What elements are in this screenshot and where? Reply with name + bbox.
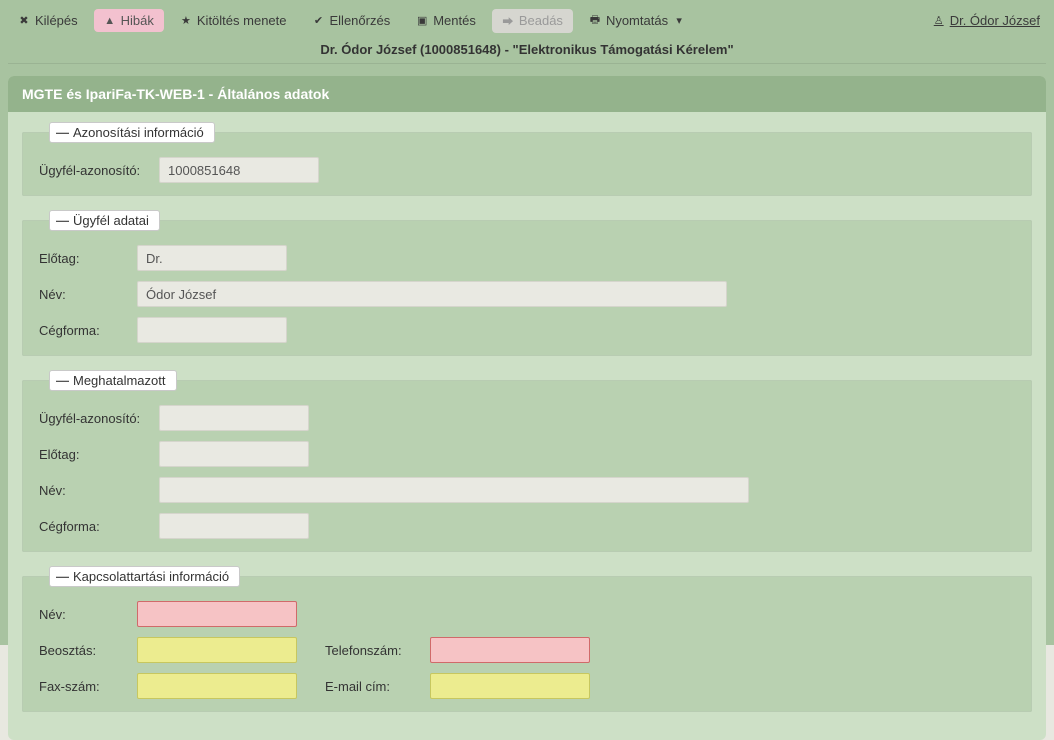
section-proxy-legend[interactable]: — Meghatalmazott — [49, 370, 177, 391]
submit-label: Beadás — [519, 13, 563, 28]
collapse-icon: — — [56, 125, 69, 140]
contact-phone-field[interactable] — [430, 637, 590, 663]
exit-button[interactable]: ✖ Kilépés — [8, 9, 88, 32]
star-icon: ★ — [180, 14, 192, 27]
collapse-icon: — — [56, 569, 69, 584]
client-company-form-label: Cégforma: — [39, 323, 127, 338]
contact-email-field[interactable] — [430, 673, 590, 699]
section-proxy: — Meghatalmazott Ügyfél-azonosító: Előta… — [22, 370, 1032, 552]
content-panel: MGTE és IpariFa-TK-WEB-1 - Általános ada… — [8, 76, 1046, 740]
client-company-form-field — [137, 317, 287, 343]
close-icon: ✖ — [18, 14, 30, 27]
proxy-client-id-label: Ügyfél-azonosító: — [39, 411, 149, 426]
warning-icon: ▲ — [104, 15, 116, 27]
print-label: Nyomtatás — [606, 13, 668, 28]
user-icon: ♙ — [933, 14, 945, 27]
print-button[interactable]: 🖶 Nyomtatás ▾ — [579, 7, 695, 34]
proxy-prefix-label: Előtag: — [39, 447, 149, 462]
save-label: Mentés — [433, 13, 476, 28]
client-prefix-label: Előtag: — [39, 251, 127, 266]
section-contact: — Kapcsolattartási információ Név: Beosz… — [22, 566, 1032, 712]
save-icon: ▣ — [416, 14, 428, 27]
submit-button: ⮕ Beadás — [492, 9, 573, 33]
section-identification: — Azonosítási információ Ügyfél-azonosít… — [22, 122, 1032, 196]
proxy-name-label: Név: — [39, 483, 149, 498]
section-client: — Ügyfél adatai Előtag: Név: Cégforma: — [22, 210, 1032, 356]
check-icon: ✔ — [313, 14, 325, 27]
form-body: — Azonosítási információ Ügyfél-azonosít… — [8, 112, 1046, 712]
contact-fax-label: Fax-szám: — [39, 679, 127, 694]
section-identification-legend[interactable]: — Azonosítási információ — [49, 122, 215, 143]
section-proxy-title: Meghatalmazott — [73, 373, 166, 388]
proxy-prefix-field — [159, 441, 309, 467]
client-name-field — [137, 281, 727, 307]
chevron-down-icon: ▾ — [673, 14, 685, 27]
client-name-label: Név: — [39, 287, 127, 302]
check-label: Ellenőrzés — [330, 13, 391, 28]
client-prefix-field — [137, 245, 287, 271]
page-title: MGTE és IpariFa-TK-WEB-1 - Általános ada… — [8, 76, 1046, 112]
contact-name-field[interactable] — [137, 601, 297, 627]
user-link[interactable]: ♙ Dr. Ódor József — [933, 13, 1046, 28]
contact-name-label: Név: — [39, 607, 127, 622]
proxy-company-form-field — [159, 513, 309, 539]
fill-steps-button[interactable]: ★ Kitöltés menete — [170, 9, 297, 32]
section-identification-title: Azonosítási információ — [73, 125, 204, 140]
print-icon: 🖶 — [589, 11, 601, 30]
exit-label: Kilépés — [35, 13, 78, 28]
collapse-icon: — — [56, 373, 69, 388]
contact-position-field[interactable] — [137, 637, 297, 663]
section-client-legend[interactable]: — Ügyfél adatai — [49, 210, 160, 231]
client-id-field — [159, 157, 319, 183]
section-contact-legend[interactable]: — Kapcsolattartási információ — [49, 566, 240, 587]
section-client-title: Ügyfél adatai — [73, 213, 149, 228]
section-contact-title: Kapcsolattartási információ — [73, 569, 229, 584]
submit-icon: ⮕ — [502, 13, 514, 29]
contact-fax-field[interactable] — [137, 673, 297, 699]
proxy-name-field — [159, 477, 749, 503]
contact-email-label: E-mail cím: — [325, 679, 420, 694]
errors-label: Hibák — [121, 13, 154, 28]
fill-steps-label: Kitöltés menete — [197, 13, 287, 28]
collapse-icon: — — [56, 213, 69, 228]
client-id-label: Ügyfél-azonosító: — [39, 163, 149, 178]
proxy-company-form-label: Cégforma: — [39, 519, 149, 534]
save-button[interactable]: ▣ Mentés — [406, 9, 486, 32]
app-window: ✖ Kilépés ▲ Hibák ★ Kitöltés menete ✔ El… — [0, 0, 1054, 645]
errors-button[interactable]: ▲ Hibák — [94, 9, 164, 32]
top-toolbar: ✖ Kilépés ▲ Hibák ★ Kitöltés menete ✔ El… — [8, 5, 1046, 38]
proxy-client-id-field — [159, 405, 309, 431]
breadcrumb: Dr. Ódor József (1000851648) - "Elektron… — [8, 38, 1046, 64]
check-button[interactable]: ✔ Ellenőrzés — [303, 9, 401, 32]
user-name: Dr. Ódor József — [950, 13, 1040, 28]
